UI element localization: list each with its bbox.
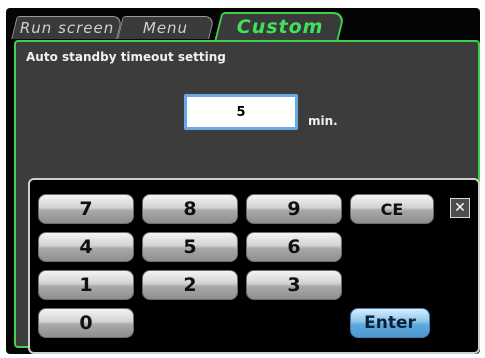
key-2[interactable]: 2	[142, 270, 238, 300]
setting-title: Auto standby timeout setting	[26, 50, 226, 64]
key-5[interactable]: 5	[142, 232, 238, 262]
key-1[interactable]: 1	[38, 270, 134, 300]
timeout-value: 5	[236, 104, 246, 120]
tab-menu-label: Menu	[143, 19, 189, 37]
enter-button[interactable]: Enter	[350, 308, 430, 338]
tab-custom[interactable]: Custom	[214, 12, 346, 40]
timeout-value-field[interactable]: 5	[184, 94, 298, 130]
close-icon: ✕	[454, 200, 466, 216]
custom-panel: Auto standby timeout setting 5 min. 7 8 …	[14, 40, 480, 354]
key-0[interactable]: 0	[38, 308, 134, 338]
tab-menu[interactable]: Menu	[117, 16, 215, 39]
key-4[interactable]: 4	[38, 232, 134, 262]
key-7[interactable]: 7	[38, 194, 134, 224]
tab-custom-label: Custom	[236, 16, 324, 38]
key-9[interactable]: 9	[246, 194, 342, 224]
numeric-keypad: 7 8 9 CE ✕ 4 5 6 1 2 3 0 Enter	[28, 178, 480, 354]
clear-entry-button[interactable]: CE	[350, 194, 434, 224]
device-screen: Run screen Menu Custom Auto standby time…	[6, 8, 480, 354]
close-button[interactable]: ✕	[450, 198, 470, 218]
key-8[interactable]: 8	[142, 194, 238, 224]
tab-run-screen-label: Run screen	[19, 19, 115, 37]
unit-label: min.	[308, 114, 338, 128]
key-3[interactable]: 3	[246, 270, 342, 300]
key-6[interactable]: 6	[246, 232, 342, 262]
tab-run-screen[interactable]: Run screen	[11, 16, 123, 39]
